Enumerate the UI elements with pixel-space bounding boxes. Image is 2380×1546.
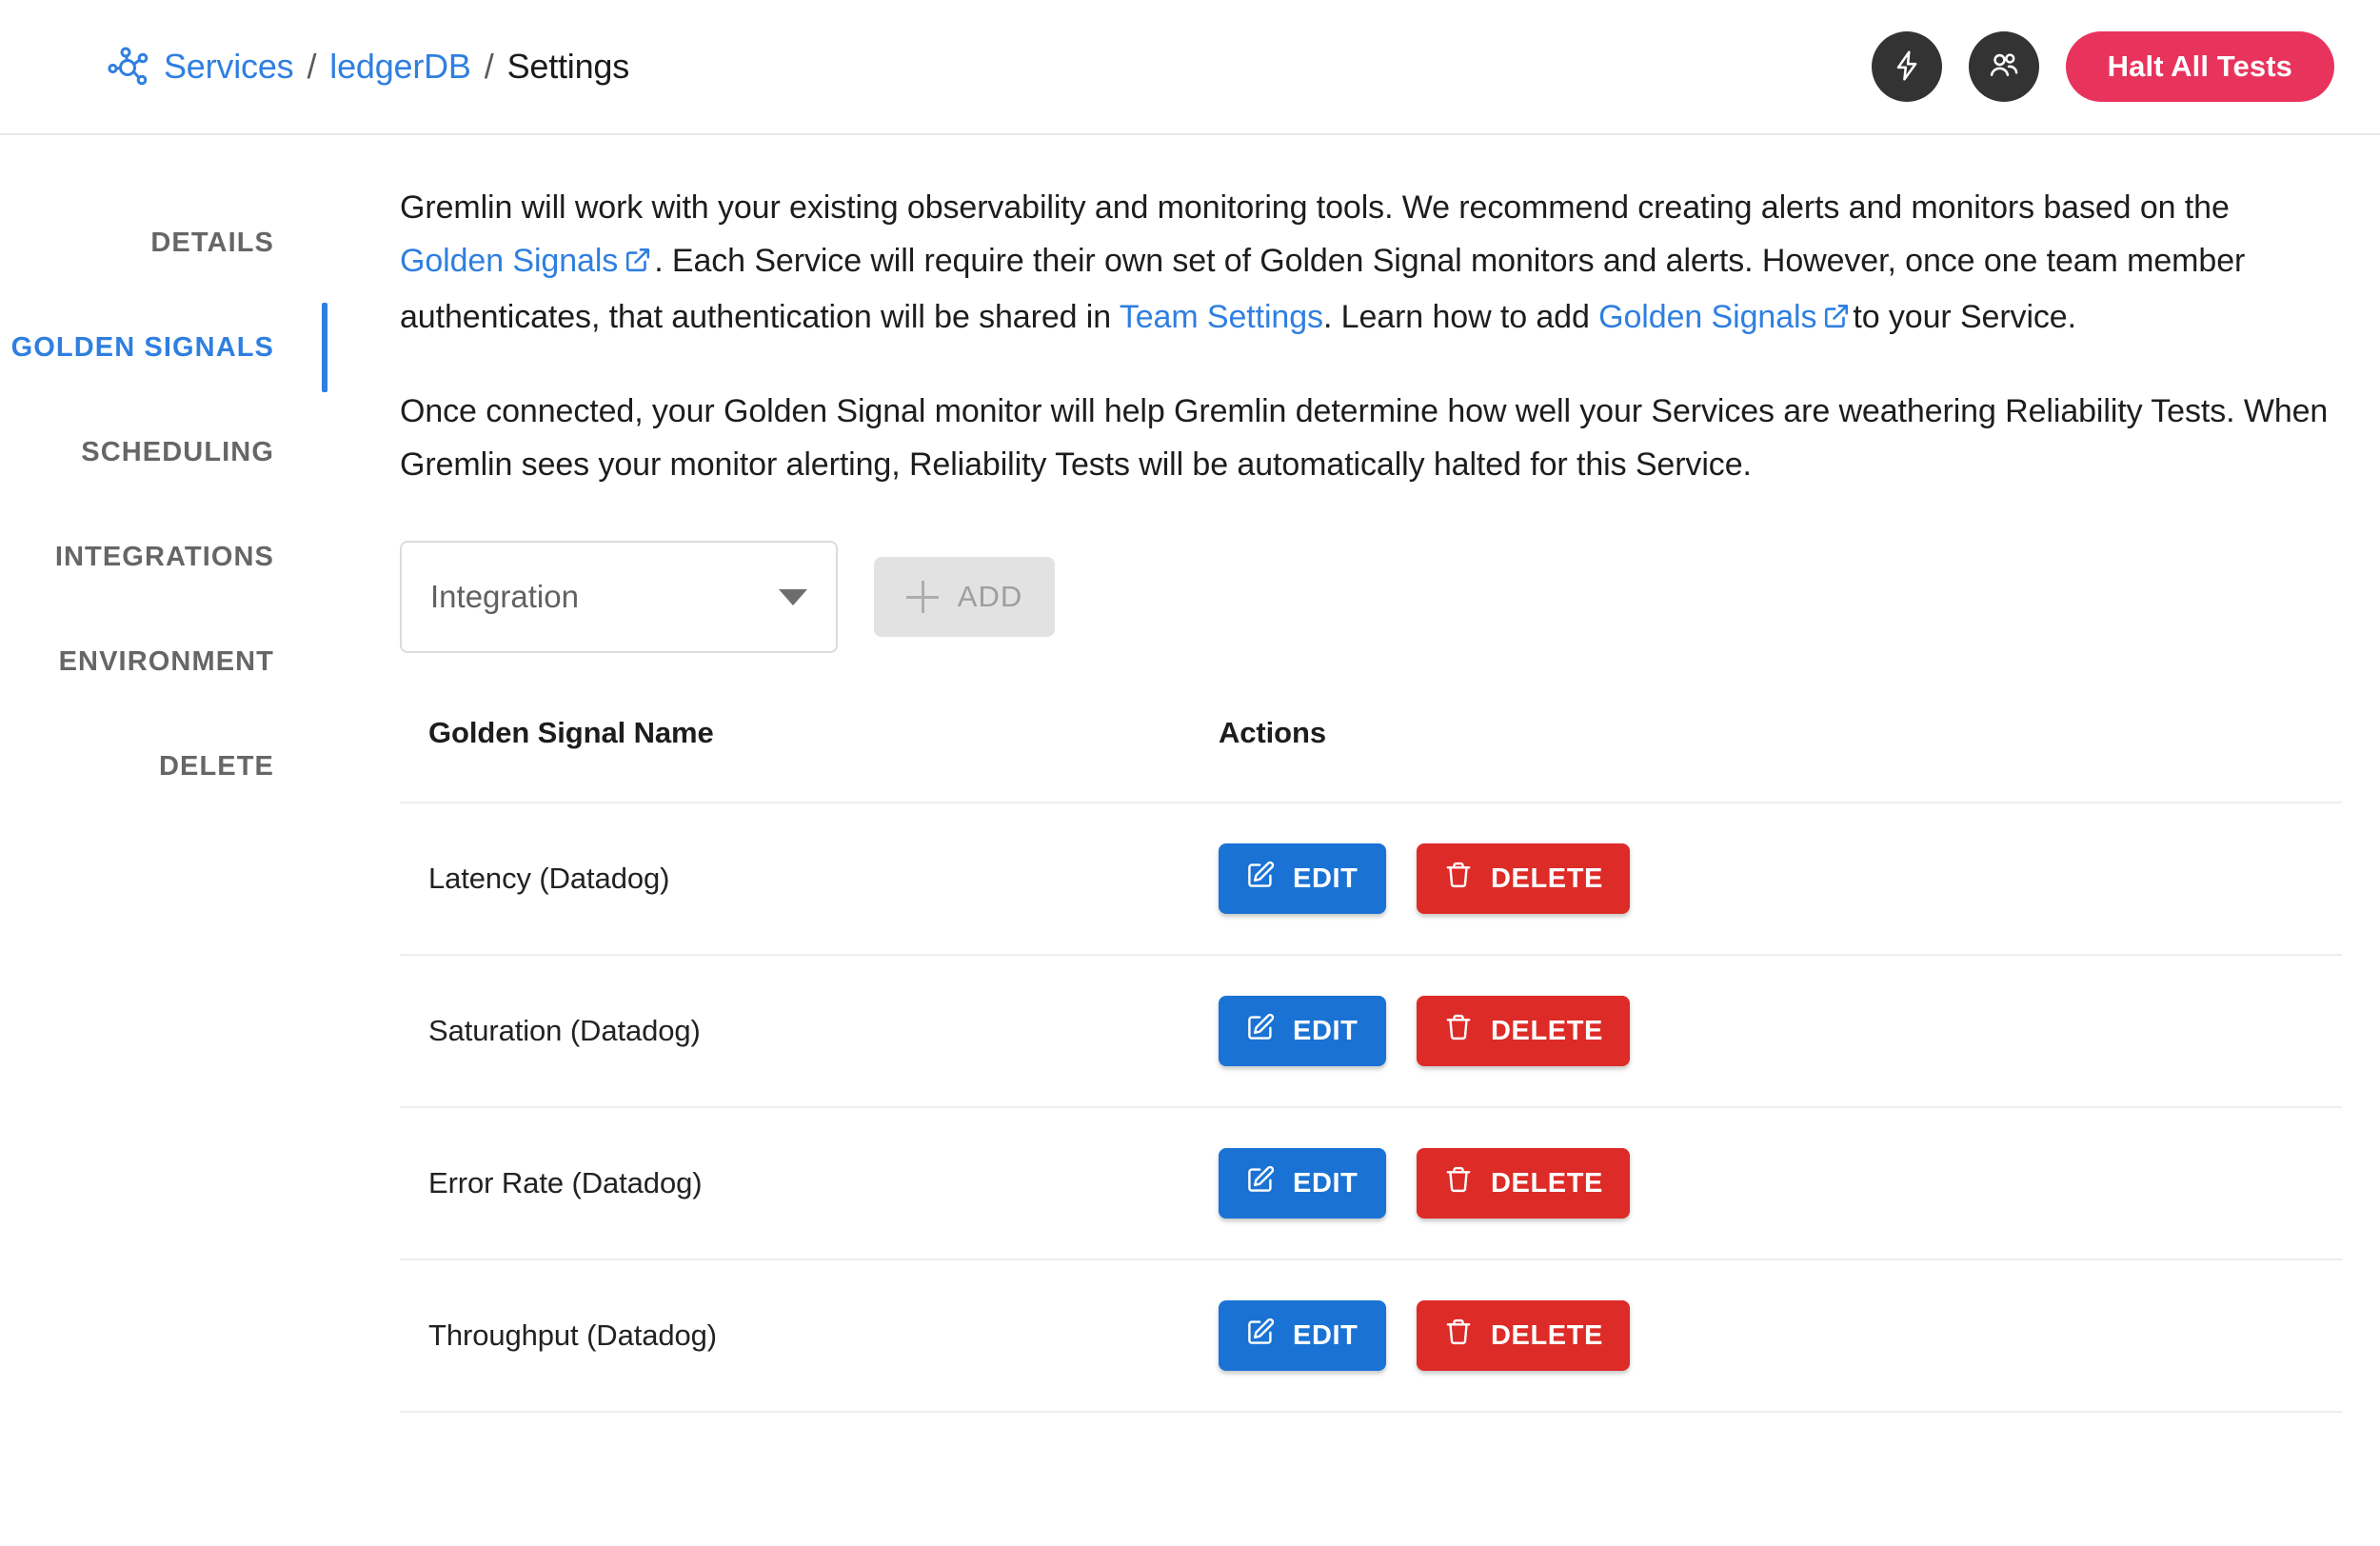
- intro-paragraph-2: Once connected, your Golden Signal monit…: [400, 393, 2329, 483]
- sidebar-item-integrations[interactable]: INTEGRATIONS: [0, 505, 314, 609]
- trash-icon: [1443, 1012, 1474, 1050]
- golden-signal-name: Saturation (Datadog): [428, 1014, 701, 1047]
- sidebar-item-golden-signals[interactable]: GOLDEN SIGNALS: [0, 295, 327, 400]
- halt-all-tests-button[interactable]: Halt All Tests: [2065, 31, 2334, 102]
- integration-select[interactable]: Integration: [400, 541, 838, 653]
- sidebar-item-scheduling[interactable]: SCHEDULING: [0, 400, 314, 505]
- row-actions: EDIT DELETE: [1219, 1300, 2342, 1371]
- golden-signal-name: Latency (Datadog): [428, 862, 670, 895]
- add-golden-signal-controls: Integration ADD: [400, 541, 2380, 653]
- column-header-golden-signal-name: Golden Signal Name: [428, 716, 714, 749]
- golden-signals-table: Golden Signal Name Actions Latency (Data…: [400, 716, 2342, 1413]
- external-link-icon: [1822, 293, 1851, 347]
- app-header: Services / ledgerDB / Settings Halt All …: [0, 0, 2380, 135]
- delete-button-label: DELETE: [1491, 862, 1603, 894]
- users-icon: [1987, 49, 2021, 86]
- team-settings-link[interactable]: Team Settings: [1120, 299, 1323, 335]
- breadcrumb-item-services[interactable]: Services: [164, 47, 294, 87]
- intro-text-part-1: Gremlin will work with your existing obs…: [400, 189, 2230, 226]
- delete-button-label: DELETE: [1491, 1319, 1603, 1351]
- settings-sidebar: DETAILS GOLDEN SIGNALS SCHEDULING INTEGR…: [0, 135, 327, 1546]
- golden-signals-panel: Gremlin will work with your existing obs…: [314, 135, 2380, 1546]
- lightning-bolt-button[interactable]: [1871, 31, 1942, 102]
- edit-button[interactable]: EDIT: [1219, 1148, 1386, 1219]
- header-actions: Halt All Tests: [1871, 31, 2334, 102]
- row-actions: EDIT DELETE: [1219, 843, 2342, 914]
- add-button-label: ADD: [957, 580, 1023, 613]
- breadcrumb-separator: /: [307, 47, 317, 86]
- sidebar-item-delete[interactable]: DELETE: [0, 714, 314, 819]
- table-row: Latency (Datadog) EDIT DELETE: [400, 803, 2342, 956]
- edit-button[interactable]: EDIT: [1219, 1300, 1386, 1371]
- page-body: DETAILS GOLDEN SIGNALS SCHEDULING INTEGR…: [0, 135, 2380, 1546]
- edit-button-label: EDIT: [1293, 862, 1359, 894]
- breadcrumb-item-ledgerdb[interactable]: ledgerDB: [329, 47, 471, 87]
- delete-button-label: DELETE: [1491, 1167, 1603, 1199]
- delete-button[interactable]: DELETE: [1417, 996, 1630, 1066]
- row-actions: EDIT DELETE: [1219, 1148, 2342, 1219]
- pencil-edit-icon: [1245, 1317, 1276, 1355]
- breadcrumb: Services / ledgerDB / Settings: [107, 46, 629, 88]
- delete-button[interactable]: DELETE: [1417, 1148, 1630, 1219]
- plus-icon: [905, 581, 939, 613]
- team-members-button[interactable]: [1968, 31, 2039, 102]
- chevron-down-icon: [779, 588, 807, 605]
- edit-button-label: EDIT: [1293, 1167, 1359, 1199]
- intro-paragraph-1: Gremlin will work with your existing obs…: [400, 181, 2342, 347]
- column-header-actions: Actions: [1219, 716, 1326, 749]
- intro-text-part-3: . Learn how to add: [1322, 299, 1599, 335]
- delete-button[interactable]: DELETE: [1417, 843, 1630, 914]
- edit-button-label: EDIT: [1293, 1319, 1359, 1351]
- table-row: Saturation (Datadog) EDIT DELETE: [400, 956, 2342, 1108]
- row-actions: EDIT DELETE: [1219, 996, 2342, 1066]
- delete-button[interactable]: DELETE: [1417, 1300, 1630, 1371]
- breadcrumb-separator: /: [484, 47, 494, 86]
- trash-icon: [1443, 1317, 1474, 1355]
- trash-icon: [1443, 1164, 1474, 1202]
- pencil-edit-icon: [1245, 860, 1276, 898]
- pencil-edit-icon: [1245, 1012, 1276, 1050]
- lightning-bolt-icon: [1890, 49, 1924, 86]
- services-graph-icon: [107, 46, 149, 88]
- edit-button-label: EDIT: [1293, 1015, 1359, 1046]
- golden-signal-name: Throughput (Datadog): [428, 1318, 718, 1352]
- delete-button-label: DELETE: [1491, 1015, 1603, 1046]
- external-link-icon: [624, 237, 652, 290]
- intro-text-part-4: to your Service.: [1853, 299, 2076, 335]
- edit-button[interactable]: EDIT: [1219, 996, 1386, 1066]
- golden-signal-name: Error Rate (Datadog): [428, 1166, 703, 1199]
- sidebar-item-details[interactable]: DETAILS: [0, 190, 314, 295]
- table-row: Error Rate (Datadog) EDIT DELETE: [400, 1108, 2342, 1260]
- golden-signals-link-2[interactable]: Golden Signals: [1598, 299, 1816, 335]
- integration-select-value: Integration: [430, 579, 579, 614]
- table-row: Throughput (Datadog) EDIT DELETE: [400, 1260, 2342, 1413]
- golden-signals-link-1[interactable]: Golden Signals: [400, 243, 618, 279]
- trash-icon: [1443, 860, 1474, 898]
- add-button[interactable]: ADD: [874, 557, 1055, 637]
- sidebar-item-environment[interactable]: ENVIRONMENT: [0, 609, 314, 714]
- table-header-row: Golden Signal Name Actions: [400, 716, 2342, 803]
- edit-button[interactable]: EDIT: [1219, 843, 1386, 914]
- pencil-edit-icon: [1245, 1164, 1276, 1202]
- breadcrumb-item-settings: Settings: [506, 47, 630, 86]
